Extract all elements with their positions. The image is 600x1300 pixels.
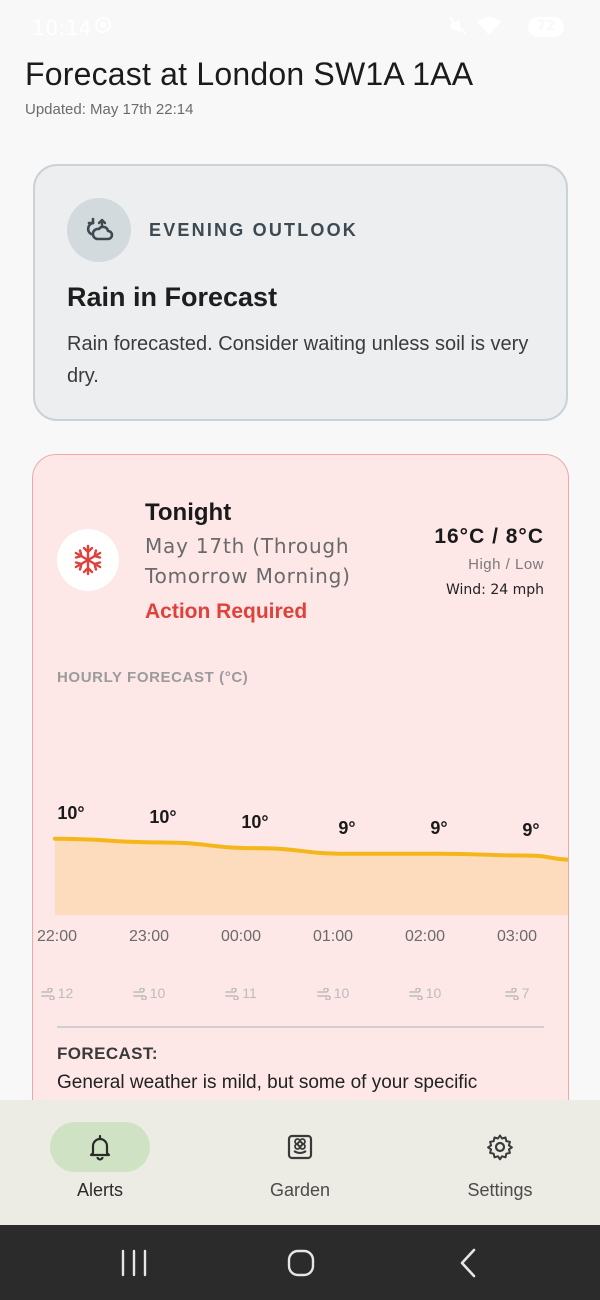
hour-time-label: 23:00 <box>128 928 170 945</box>
screen-record-icon <box>95 17 111 33</box>
nav-pill-alerts[interactable] <box>50 1122 150 1172</box>
hour-temp-label: 10° <box>57 802 85 823</box>
outlook-card[interactable]: EVENING OUTLOOK Rain in Forecast Rain fo… <box>33 164 568 421</box>
forecast-label: FORECAST: <box>57 1044 158 1063</box>
wind-icon <box>40 987 55 1001</box>
hour-temp-label: 9° <box>522 819 540 840</box>
bell-icon <box>89 1134 111 1161</box>
status-time: 10:14 <box>32 16 93 40</box>
hour-time-label: 22:00 <box>36 928 78 945</box>
page-title: Forecast at London SW1A 1AA <box>25 56 474 92</box>
wifi-icon <box>477 17 501 35</box>
hour-temp-label: 9° <box>430 817 448 838</box>
wind-icon <box>316 987 331 1001</box>
system-navigation-bar <box>0 1225 600 1300</box>
outlook-icon-badge <box>67 198 131 262</box>
wind-speed: Wind: 24 mph <box>445 582 544 598</box>
snowflake-badge <box>57 529 119 591</box>
gear-icon <box>487 1134 513 1161</box>
hour-wind-label: 10 <box>103 985 195 1001</box>
wind-icon <box>225 987 239 1001</box>
hour-wind-label: 7 <box>471 985 563 1001</box>
hour-time-label: 02:00 <box>404 928 446 945</box>
outlook-title: Rain in Forecast <box>67 282 278 312</box>
nav-item-alerts[interactable]: Alerts <box>0 1100 200 1225</box>
nav-item-garden[interactable]: Garden <box>200 1100 400 1225</box>
forecast-text: General weather is mild, but some of you… <box>57 1072 478 1093</box>
wind-icon <box>132 987 147 1001</box>
outlook-body: Rain forecasted. Consider waiting unless… <box>67 333 529 387</box>
tonight-date: May 17th (Through Tomorrow Morning) <box>145 534 351 588</box>
card-divider <box>57 1026 544 1028</box>
outlook-eyebrow: EVENING OUTLOOK <box>149 220 359 240</box>
updated-timestamp: Updated: May 17th 22:14 <box>25 101 194 118</box>
nav-pill-settings[interactable] <box>450 1122 550 1172</box>
hour-time-label: 00:00 <box>220 928 262 945</box>
nav-label-alerts: Alerts <box>76 1180 123 1200</box>
hour-temp-label: 10° <box>241 812 269 833</box>
wind-icon <box>504 987 519 1001</box>
status-bar: 10:14 72 <box>0 0 600 56</box>
hour-wind-label: 10 <box>287 985 379 1001</box>
flower-icon <box>287 1134 313 1160</box>
cloud-sync-icon <box>86 217 114 241</box>
hour-time-label: 03:00 <box>496 928 538 945</box>
hour-wind-label: 12 <box>33 985 103 1001</box>
action-required-status: Action Required <box>145 600 308 623</box>
battery-icon: 72 <box>528 17 564 37</box>
nav-label-settings: Settings <box>467 1180 533 1200</box>
high-low-label: High / Low <box>468 556 544 573</box>
tonight-card[interactable]: Tonight May 17th (Through Tomorrow Morni… <box>32 454 569 1154</box>
wind-icon <box>408 987 423 1001</box>
mute-icon <box>449 17 467 35</box>
high-low-temps: 16°C / 8°C <box>434 525 544 548</box>
nav-item-settings[interactable]: Settings <box>400 1100 600 1225</box>
bottom-navigation: Alerts Garden Settings <box>0 1100 600 1225</box>
nav-label-garden: Garden <box>269 1180 331 1200</box>
hour-time-label: 01:00 <box>312 928 354 945</box>
hour-temp-label: 9° <box>338 817 356 838</box>
snowflake-icon <box>74 544 102 576</box>
hour-wind-label: 10 <box>379 985 471 1001</box>
back-icon[interactable] <box>454 1245 484 1281</box>
home-icon[interactable] <box>284 1245 318 1281</box>
hour-wind-label: 11 <box>195 985 287 1001</box>
hourly-forecast-label: HOURLY FORECAST (°C) <box>57 669 249 686</box>
nav-pill-garden[interactable] <box>250 1122 350 1172</box>
recent-apps-icon[interactable] <box>118 1245 150 1281</box>
tonight-title: Tonight <box>145 499 232 526</box>
hour-temp-label: 10° <box>149 806 177 827</box>
